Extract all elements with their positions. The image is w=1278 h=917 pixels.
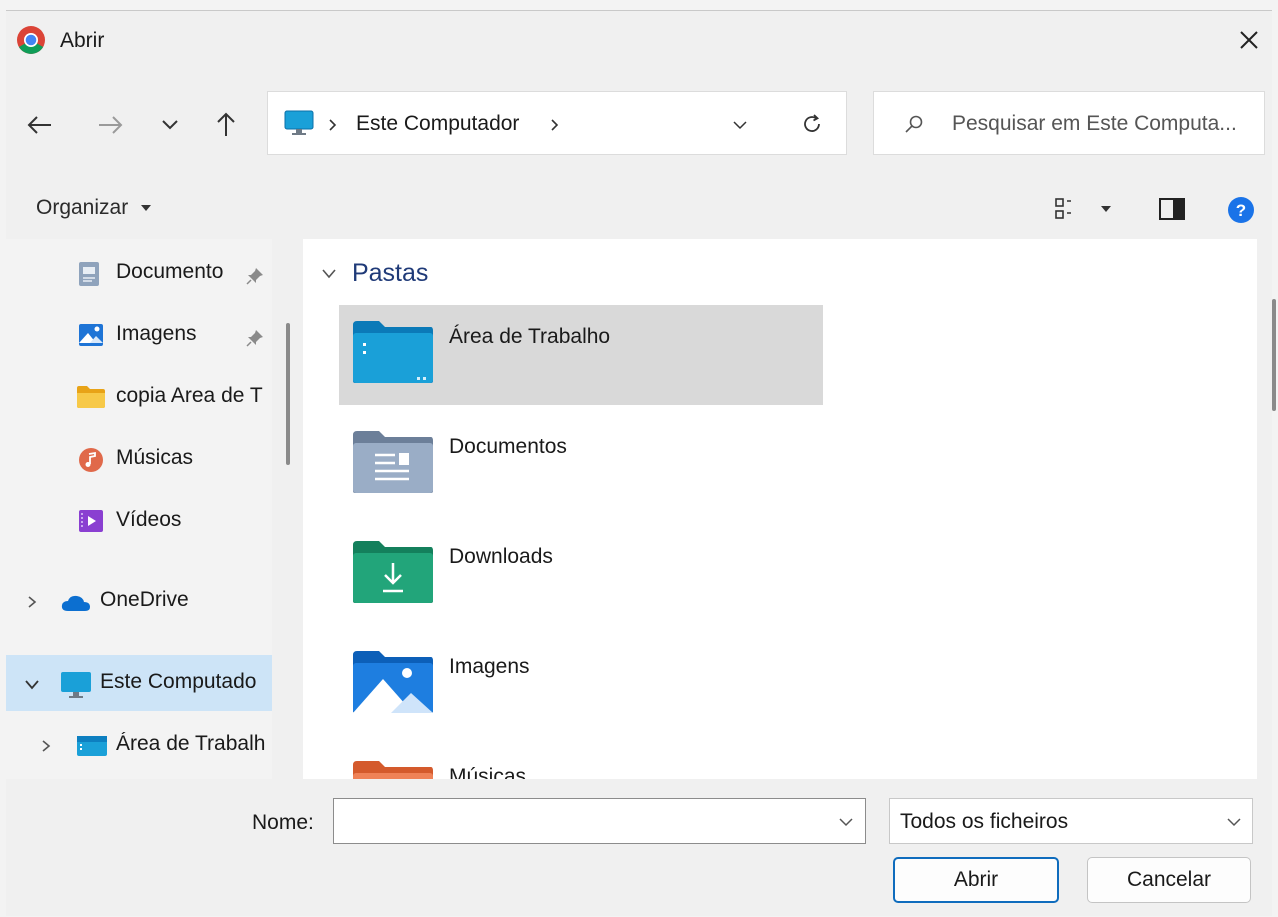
close-icon [1240,31,1258,49]
folder-imagens[interactable]: Imagens [339,635,823,735]
folder-name: Músicas [449,765,527,779]
sidebar-item-onedrive[interactable]: OneDrive [6,573,272,629]
sidebar-item-documentos[interactable]: Documento [6,245,272,301]
chevron-right-icon[interactable] [550,119,560,131]
arrow-up-icon [217,112,235,136]
sidebar-item-musicas[interactable]: Músicas [6,431,272,487]
navigation-pane: Documento Imagens copia Area de T Música… [6,239,272,779]
sidebar-item-videos[interactable]: Vídeos [6,493,272,549]
file-list: Pastas Área de Trabalho Documentos Downl… [303,239,1257,779]
window-title: Abrir [60,29,105,52]
preview-pane-icon[interactable] [1158,197,1186,221]
folder-area-de-trabalho[interactable]: Área de Trabalho [339,305,823,405]
sidebar-item-este-computador[interactable]: Este Computado [6,655,272,711]
pictures-icon [79,324,103,346]
sidebar-item-imagens[interactable]: Imagens [6,307,272,363]
computer-icon [284,110,314,135]
filename-input[interactable] [333,798,866,844]
search-input[interactable]: Pesquisar em Este Computa... [952,112,1237,136]
music-folder-icon [353,761,433,779]
chevron-right-icon [329,119,337,131]
sidebar-item-label: Músicas [116,446,194,469]
desktop-folder-icon [77,736,107,756]
sidebar-item-label: Vídeos [116,508,182,531]
navigation-scrollbar[interactable] [286,323,290,465]
document-icon [79,262,99,286]
command-bar: Organizar ? [6,179,1272,239]
open-button[interactable]: Abrir [893,857,1059,903]
arrow-right-icon [99,116,123,134]
close-button[interactable] [1226,17,1272,63]
file-type-value: Todos os ficheiros [900,810,1069,833]
group-label: Pastas [351,259,429,287]
sidebar-item-label: Documento [116,260,224,283]
pictures-folder-icon [353,651,433,713]
sidebar-item-label: OneDrive [100,588,189,611]
folder-name: Documentos [449,435,567,458]
chevron-right-icon[interactable] [40,739,52,753]
arrow-left-icon [27,116,51,134]
search-box[interactable]: Pesquisar em Este Computa... [873,91,1265,155]
search-icon [905,115,923,133]
folder-musicas[interactable]: Músicas [339,745,823,779]
desktop-folder-icon [353,321,433,383]
refresh-icon[interactable] [800,112,824,136]
breadcrumb-este-computador[interactable]: Este Computador [356,112,519,136]
content-scrollbar[interactable] [1272,299,1276,411]
chrome-icon [17,26,45,54]
view-options-icon[interactable] [1054,197,1078,221]
filename-label: Nome: [252,811,314,834]
recent-locations-button[interactable] [152,107,188,143]
cancel-button[interactable]: Cancelar [1087,857,1251,903]
folder-documentos[interactable]: Documentos [339,415,823,515]
view-dropdown-icon[interactable] [1100,205,1112,213]
sidebar-item-label: Este Computado [100,670,257,693]
sidebar-item-label: Área de Trabalh [116,732,266,755]
sidebar-item-label: copia Area de T [116,384,263,407]
folder-downloads[interactable]: Downloads [339,525,823,625]
sidebar-item-area-de-trabalho[interactable]: Área de Trabalh [6,717,272,773]
music-icon [79,448,103,472]
downloads-folder-icon [353,541,433,603]
forward-button[interactable] [92,107,128,143]
chevron-down-icon [1227,818,1241,827]
file-type-select[interactable]: Todos os ficheiros [889,798,1253,844]
chevron-down-icon [162,120,178,130]
pin-icon[interactable] [246,267,264,285]
computer-icon [61,672,91,698]
address-bar[interactable]: Este Computador [267,91,847,155]
folder-name: Downloads [449,545,553,568]
documents-folder-icon [353,431,433,493]
pin-icon[interactable] [246,329,264,347]
caret-down-icon [141,205,152,212]
chevron-down-icon[interactable] [838,817,854,827]
videos-icon [79,510,103,532]
back-button[interactable] [22,107,58,143]
chevron-right-icon[interactable] [26,595,38,609]
folder-icon [77,386,105,408]
onedrive-icon [61,595,90,611]
chevron-down-icon[interactable] [24,679,40,691]
svg-text:?: ? [1236,201,1246,220]
group-header-pastas[interactable]: Pastas [321,259,428,288]
sidebar-item-label: Imagens [116,322,197,345]
chevron-down-icon [322,269,336,279]
help-icon[interactable]: ? [1226,195,1256,225]
folder-name: Área de Trabalho [449,325,611,348]
dialog-footer: Nome: Todos os ficheiros Abrir Cancelar [6,779,1272,916]
title-bar: Abrir [6,11,1272,69]
open-file-dialog: Abrir Este Computador Pesquisar em Este … [6,10,1276,916]
organize-label: Organizar [36,196,129,219]
up-button[interactable] [208,107,244,143]
organize-button[interactable]: Organizar [36,196,152,220]
address-dropdown-icon[interactable] [732,120,748,130]
sidebar-item-copia-area[interactable]: copia Area de T [6,369,272,425]
folder-name: Imagens [449,655,530,678]
